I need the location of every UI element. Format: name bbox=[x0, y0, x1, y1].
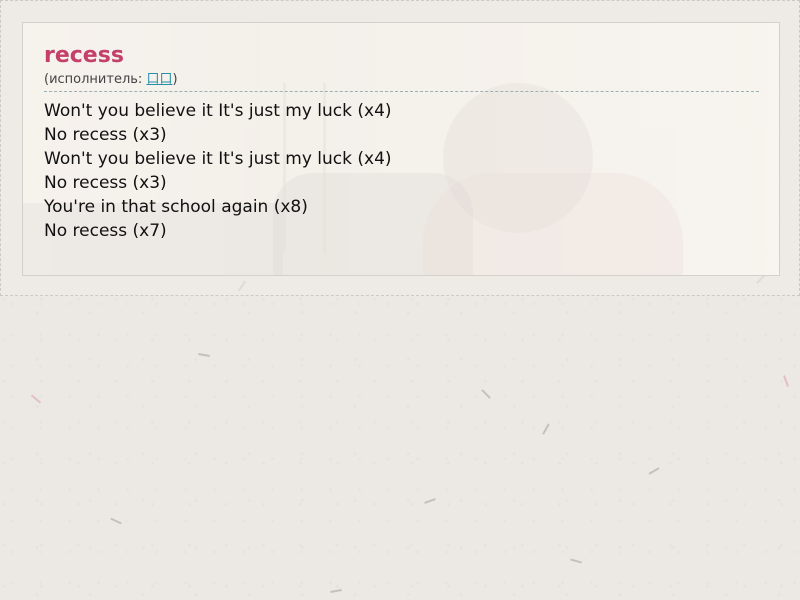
paper-fleck bbox=[424, 498, 436, 504]
lyrics-content: recess (исполнитель: 口口) Won't you belie… bbox=[23, 23, 779, 275]
lyrics-text: Won't you believe it It's just my luck (… bbox=[44, 99, 759, 243]
paper-fleck bbox=[783, 375, 789, 387]
lyric-line: No recess (x3) bbox=[44, 125, 167, 145]
lyric-line: No recess (x7) bbox=[44, 221, 167, 241]
content-frame: recess (исполнитель: 口口) Won't you belie… bbox=[0, 0, 800, 296]
lyric-line: Won't you believe it It's just my luck (… bbox=[44, 101, 392, 121]
artist-link[interactable]: 口口 bbox=[146, 72, 172, 87]
paper-fleck bbox=[110, 517, 122, 525]
paper-fleck bbox=[30, 394, 42, 404]
paper-fleck bbox=[329, 588, 343, 594]
artist-prefix: (исполнитель: bbox=[44, 72, 147, 87]
paper-fleck bbox=[569, 558, 583, 564]
paper-fleck bbox=[481, 389, 491, 399]
lyric-line: You're in that school again (x8) bbox=[44, 197, 308, 217]
paper-fleck bbox=[197, 352, 211, 358]
paper-fleck bbox=[542, 423, 550, 435]
lyric-line: Won't you believe it It's just my luck (… bbox=[44, 149, 392, 169]
song-title: recess bbox=[44, 43, 124, 68]
lyrics-card: recess (исполнитель: 口口) Won't you belie… bbox=[22, 22, 780, 276]
artist-line: (исполнитель: 口口) bbox=[44, 71, 759, 92]
paper-fleck bbox=[648, 467, 660, 475]
artist-suffix: ) bbox=[172, 72, 178, 87]
lyric-line: No recess (x3) bbox=[44, 173, 167, 193]
